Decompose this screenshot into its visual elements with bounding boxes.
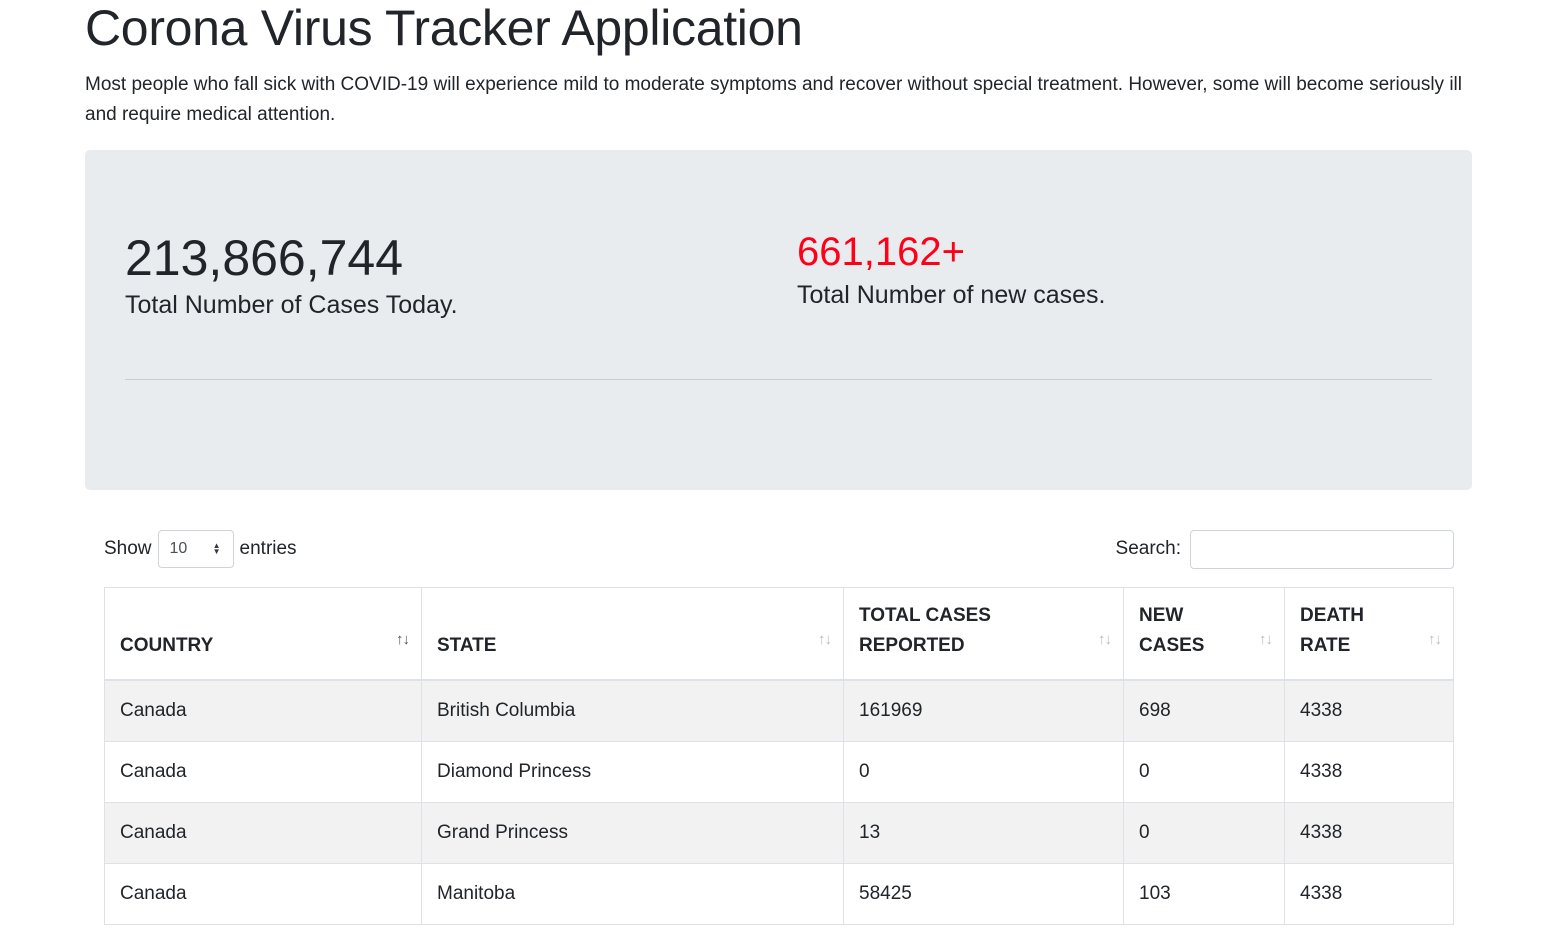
cell-death-rate: 4338 — [1284, 740, 1454, 803]
table-row: Canada Diamond Princess 0 0 4338 — [104, 740, 1454, 803]
entries-label: entries — [239, 538, 297, 559]
sort-arrows-icon: ↑↓ — [1098, 630, 1112, 648]
column-header-state[interactable]: State ↑↓ — [421, 587, 844, 681]
total-cases-number: 213,866,744 — [125, 230, 404, 286]
column-header-label: Total Cases Reported — [859, 604, 991, 656]
cell-country: Canada — [104, 679, 422, 742]
column-header-label: Country — [120, 634, 214, 656]
search-label: Search: — [1115, 538, 1181, 559]
main-container: Corona Virus Tracker Application Most pe… — [85, 0, 1472, 590]
new-cases-stat: 661,162+ Total Number of new cases. — [797, 228, 1105, 312]
cell-country: Canada — [104, 801, 422, 864]
search-control: Search: — [1115, 529, 1454, 569]
cell-country: Canada — [104, 740, 422, 803]
table-controls: Show 10 ▲ ▼ entries Search: — [85, 529, 1472, 590]
entries-length-control: Show 10 ▲ ▼ entries — [104, 530, 297, 568]
cell-new-cases: 0 — [1123, 801, 1285, 864]
select-arrows-icon: ▲ ▼ — [212, 541, 221, 556]
cell-total-cases: 13 — [843, 801, 1124, 864]
sort-arrows-icon: ↑↓ — [396, 630, 410, 648]
column-header-country[interactable]: Country ↑↓ — [104, 587, 422, 681]
cell-country: Canada — [104, 862, 422, 925]
show-label: Show — [104, 538, 152, 559]
table-row: Canada Manitoba 58425 103 4338 — [104, 862, 1454, 925]
table-row: Canada British Columbia 161969 698 4338 — [104, 679, 1454, 742]
column-header-label: New Cases — [1139, 604, 1205, 656]
new-cases-number: 661,162+ — [797, 230, 965, 274]
cell-state: Grand Princess — [421, 801, 844, 864]
column-header-new-cases[interactable]: New Cases ↑↓ — [1123, 587, 1285, 681]
cell-new-cases: 103 — [1123, 862, 1285, 925]
table-row: Canada Grand Princess 13 0 4338 — [104, 801, 1454, 864]
cell-death-rate: 4338 — [1284, 801, 1454, 864]
table-header-row: Country ↑↓ State ↑↓ Total Cases Reported… — [104, 587, 1454, 681]
cell-state: Diamond Princess — [421, 740, 844, 803]
column-header-label: Death Rate — [1300, 604, 1365, 656]
column-header-total-cases[interactable]: Total Cases Reported ↑↓ — [843, 587, 1124, 681]
cell-total-cases: 161969 — [843, 679, 1124, 742]
cell-death-rate: 4338 — [1284, 679, 1454, 742]
stats-panel: 213,866,744 Total Number of Cases Today.… — [85, 150, 1472, 490]
cell-new-cases: 698 — [1123, 679, 1285, 742]
total-cases-stat: 213,866,744 Total Number of Cases Today. — [125, 228, 458, 322]
cell-total-cases: 0 — [843, 740, 1124, 803]
cell-death-rate: 4338 — [1284, 862, 1454, 925]
cell-total-cases: 58425 — [843, 862, 1124, 925]
cases-table: Country ↑↓ State ↑↓ Total Cases Reported… — [104, 587, 1454, 925]
cell-state: Manitoba — [421, 862, 844, 925]
sort-arrows-icon: ↑↓ — [1428, 630, 1442, 648]
entries-select-value: 10 — [169, 540, 188, 557]
column-header-death-rate[interactable]: Death Rate ↑↓ — [1284, 587, 1454, 681]
sort-arrows-icon: ↑↓ — [818, 630, 832, 648]
new-cases-label: Total Number of new cases. — [797, 281, 1106, 309]
search-input[interactable] — [1190, 529, 1454, 569]
page-description: Most people who fall sick with COVID-19 … — [85, 74, 1462, 125]
sort-arrows-icon: ↑↓ — [1259, 630, 1273, 648]
page-title: Corona Virus Tracker Application — [85, 0, 803, 56]
cell-state: British Columbia — [421, 679, 844, 742]
cell-new-cases: 0 — [1123, 740, 1285, 803]
entries-select[interactable]: 10 ▲ ▼ — [157, 530, 234, 568]
stats-divider — [125, 379, 1432, 380]
total-cases-label: Total Number of Cases Today. — [125, 291, 458, 319]
column-header-label: State — [437, 634, 497, 656]
